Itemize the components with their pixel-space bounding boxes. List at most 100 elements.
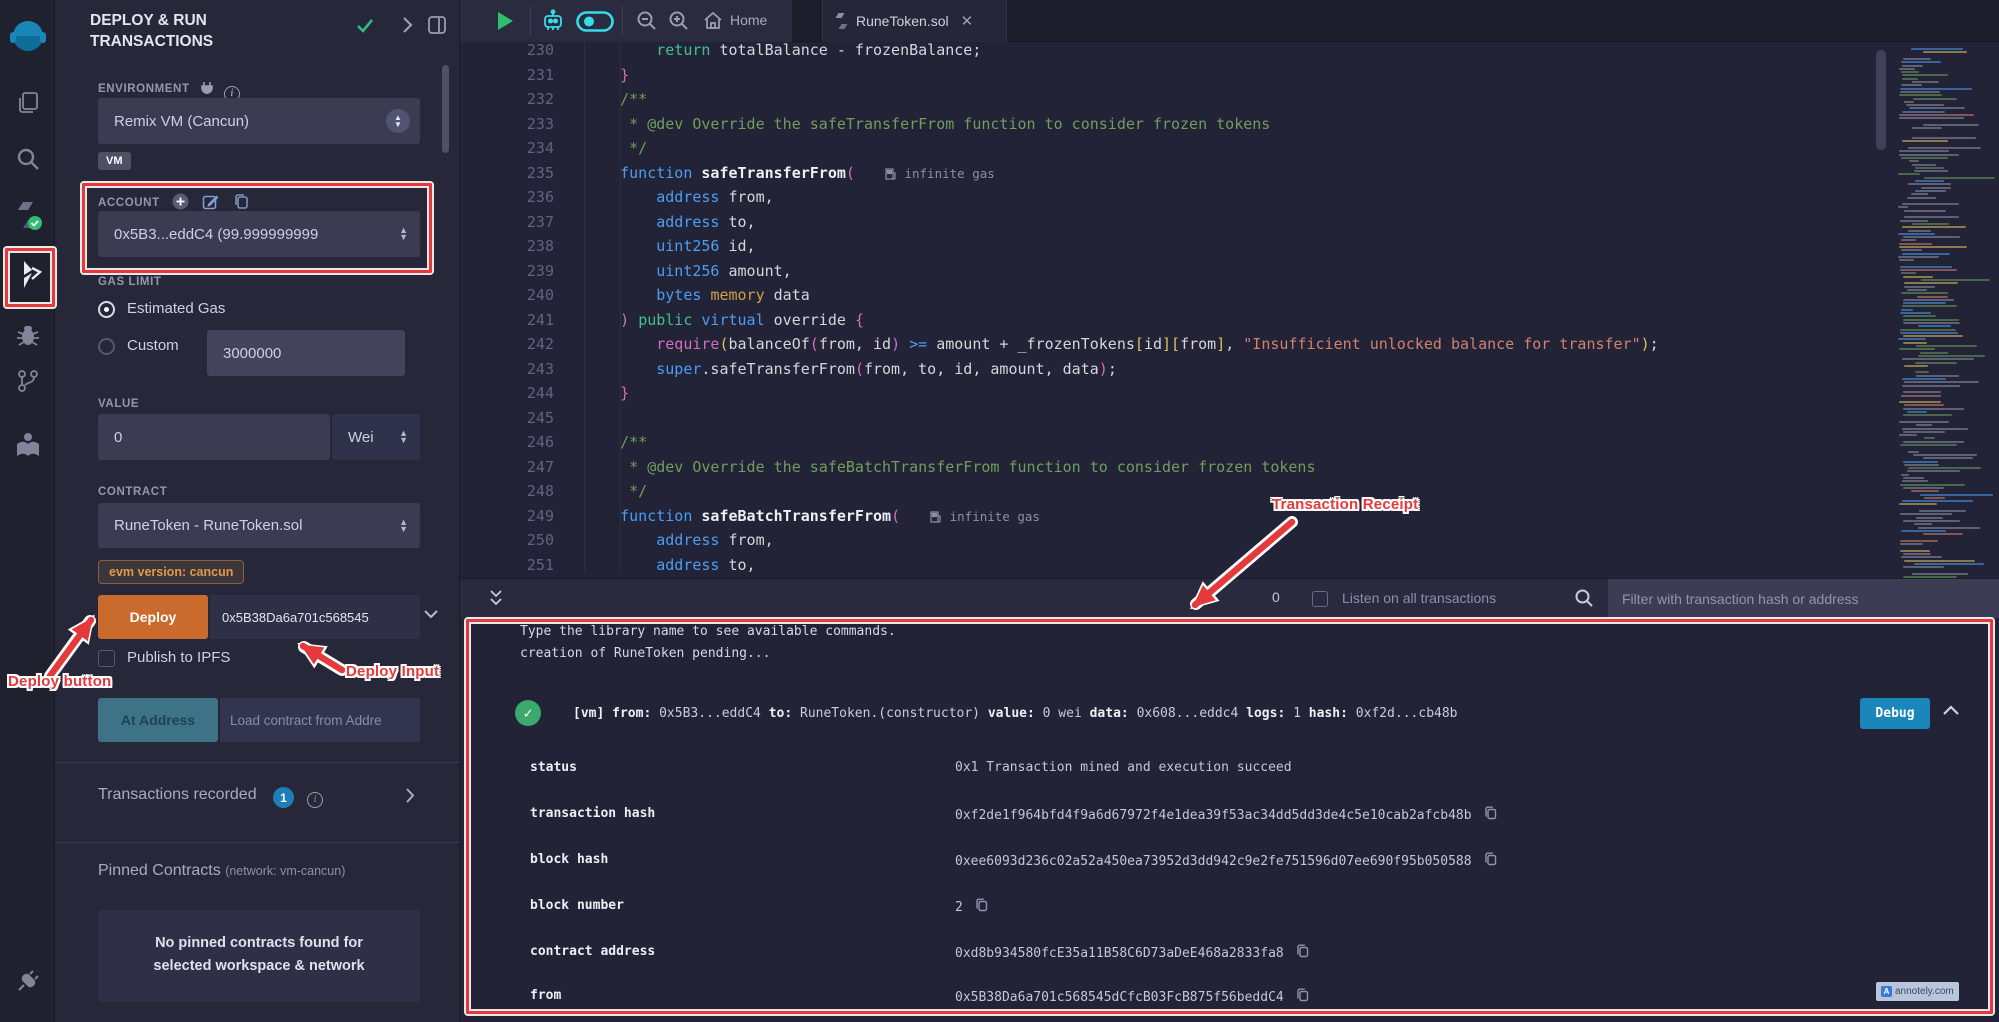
- code-line-245[interactable]: 245: [460, 406, 1890, 431]
- copy-account-icon[interactable]: [233, 193, 249, 210]
- git-icon[interactable]: [0, 368, 55, 394]
- terminal[interactable]: Type the library name to see available c…: [460, 618, 1999, 1022]
- code-line-240[interactable]: 240 bytes memory data: [460, 283, 1890, 308]
- deploy-button[interactable]: Deploy: [98, 595, 208, 639]
- code-line-232[interactable]: 232 /**: [460, 87, 1890, 112]
- editor-scrollbar[interactable]: [1876, 50, 1886, 150]
- add-account-icon[interactable]: [172, 193, 189, 210]
- line-number: 236: [460, 185, 554, 210]
- code-line-231[interactable]: 231 }: [460, 63, 1890, 88]
- at-address-input[interactable]: Load contract from Addre: [220, 698, 420, 742]
- copy-icon[interactable]: [975, 898, 988, 916]
- publish-ipfs-checkbox[interactable]: [98, 650, 115, 667]
- ai-assistant-icon[interactable]: [540, 9, 566, 34]
- search-icon[interactable]: [0, 146, 55, 172]
- receipt-collapse-icon[interactable]: [1942, 704, 1960, 716]
- custom-gas-input[interactable]: 3000000: [207, 330, 405, 376]
- value-input[interactable]: 0: [98, 414, 330, 460]
- code-line-244[interactable]: 244 }: [460, 381, 1890, 406]
- line-number: 231: [460, 63, 554, 88]
- account-select[interactable]: 0x5B3...eddC4 (99.999999999 ▲▼: [98, 211, 420, 257]
- code-line-246[interactable]: 246 /**: [460, 430, 1890, 455]
- transactions-recorded-count: 1: [273, 787, 294, 808]
- environment-select[interactable]: Remix VM (Cancun) ▲▼: [98, 98, 420, 144]
- code-line-239[interactable]: 239 uint256 amount,: [460, 259, 1890, 284]
- line-number: 237: [460, 210, 554, 235]
- solidity-compiler-icon[interactable]: [0, 200, 55, 230]
- custom-gas-radio[interactable]: [98, 338, 115, 355]
- plugin-people-icon[interactable]: [0, 432, 55, 458]
- code-line-243[interactable]: 243 super.safeTransferFrom(from, to, id,…: [460, 357, 1890, 382]
- code-text: uint256 id,: [584, 234, 756, 259]
- gas-limit-label: GAS LIMIT: [98, 276, 162, 288]
- listen-checkbox[interactable]: [1312, 591, 1328, 607]
- line-number: 230: [460, 42, 554, 63]
- minimap[interactable]: [1896, 46, 1992, 578]
- code-line-250[interactable]: 250 address from,: [460, 528, 1890, 553]
- debugger-icon[interactable]: [0, 322, 55, 348]
- deploy-expand-chevron-icon[interactable]: [423, 606, 439, 622]
- account-select-caret-icon: ▲▼: [399, 227, 408, 241]
- receipt-row-value: 0xee6093d236c02a52a450ea73952d3dd942c9e2…: [955, 852, 1497, 870]
- code-line-249[interactable]: 249 function safeBatchTransferFrom( infi…: [460, 504, 1890, 529]
- plug-icon[interactable]: [0, 968, 55, 994]
- code-line-234[interactable]: 234 */: [460, 136, 1890, 161]
- debug-button[interactable]: Debug: [1860, 698, 1930, 729]
- home-tab-label[interactable]: Home: [730, 12, 767, 28]
- line-number: 240: [460, 283, 554, 308]
- receipt-row-label: contract address: [530, 944, 655, 959]
- code-line-248[interactable]: 248 */: [460, 479, 1890, 504]
- edit-account-icon[interactable]: [202, 193, 219, 210]
- deploy-input[interactable]: 0x5B38Da6a701c568545: [210, 595, 420, 639]
- code-line-247[interactable]: 247 * @dev Override the safeBatchTransfe…: [460, 455, 1890, 480]
- line-number: 238: [460, 234, 554, 259]
- remix-logo-icon[interactable]: [0, 16, 55, 60]
- pin-panel-icon[interactable]: [427, 15, 447, 35]
- deploy-and-run-icon[interactable]: [0, 258, 55, 294]
- copy-icon[interactable]: [1296, 944, 1309, 962]
- code-line-236[interactable]: 236 address from,: [460, 185, 1890, 210]
- tab-close-icon[interactable]: ✕: [961, 12, 974, 30]
- deploy-run-panel: DEPLOY & RUN TRANSACTIONS ENVIRONMENT i …: [55, 0, 460, 1022]
- forward-chevron-icon[interactable]: [399, 16, 415, 34]
- transactions-info-icon[interactable]: i: [307, 789, 323, 808]
- terminal-search-icon[interactable]: [1574, 588, 1594, 608]
- code-editor[interactable]: 230 return totalBalance - frozenBalance;…: [460, 42, 1999, 578]
- code-line-242[interactable]: 242 require(balanceOf(from, id) >= amoun…: [460, 332, 1890, 357]
- at-address-button[interactable]: At Address: [98, 698, 218, 742]
- code-line-241[interactable]: 241 ) public virtual override {: [460, 308, 1890, 333]
- value-unit-select[interactable]: Wei ▲▼: [332, 414, 420, 460]
- editor-area: Home RuneToken.sol ✕ 230 return totalBal…: [460, 0, 1999, 1022]
- code-line-233[interactable]: 233 * @dev Override the safeTransferFrom…: [460, 112, 1890, 137]
- copy-icon[interactable]: [1484, 852, 1497, 870]
- transactions-expand-chevron-icon[interactable]: [403, 787, 417, 804]
- zoom-out-icon[interactable]: [636, 10, 658, 32]
- code-line-251[interactable]: 251 address to,: [460, 553, 1890, 578]
- code-text: * @dev Override the safeTransferFrom fun…: [584, 112, 1270, 137]
- code-text: ) public virtual override {: [584, 308, 864, 333]
- copy-icon[interactable]: [1296, 988, 1309, 1006]
- terminal-filter-input[interactable]: [1608, 579, 1999, 619]
- terminal-collapse-icon[interactable]: [488, 588, 504, 610]
- zoom-in-icon[interactable]: [668, 10, 690, 32]
- code-text: bytes memory data: [584, 283, 810, 308]
- remix-ide-window: DEPLOY & RUN TRANSACTIONS ENVIRONMENT i …: [0, 0, 1999, 1022]
- infinite-gas-badge: infinite gas: [930, 509, 1040, 524]
- run-script-icon[interactable]: [498, 12, 513, 30]
- code-text: */: [584, 479, 647, 504]
- ai-toggle-switch[interactable]: [576, 11, 614, 32]
- contract-select[interactable]: RuneToken - RuneToken.sol ▲▼: [98, 503, 420, 548]
- code-line-235[interactable]: 235 function safeTransferFrom( infinite …: [460, 161, 1890, 186]
- publish-ipfs-label: Publish to IPFS: [127, 649, 230, 666]
- terminal-line: Type the library name to see available c…: [520, 624, 896, 639]
- code-line-230[interactable]: 230 return totalBalance - frozenBalance;: [460, 42, 1890, 63]
- panel-scrollbar[interactable]: [442, 65, 449, 153]
- code-line-238[interactable]: 238 uint256 id,: [460, 234, 1890, 259]
- tab-runetoken[interactable]: RuneToken.sol ✕: [822, 0, 1007, 42]
- copy-icon[interactable]: [1484, 806, 1497, 824]
- file-explorer-icon[interactable]: [0, 90, 55, 116]
- home-icon[interactable]: [702, 10, 724, 32]
- estimated-gas-radio[interactable]: [98, 301, 115, 318]
- tx-receipt-summary[interactable]: [vm] from: 0x5B3...eddC4 to: RuneToken.(…: [573, 706, 1465, 721]
- code-line-237[interactable]: 237 address to,: [460, 210, 1890, 235]
